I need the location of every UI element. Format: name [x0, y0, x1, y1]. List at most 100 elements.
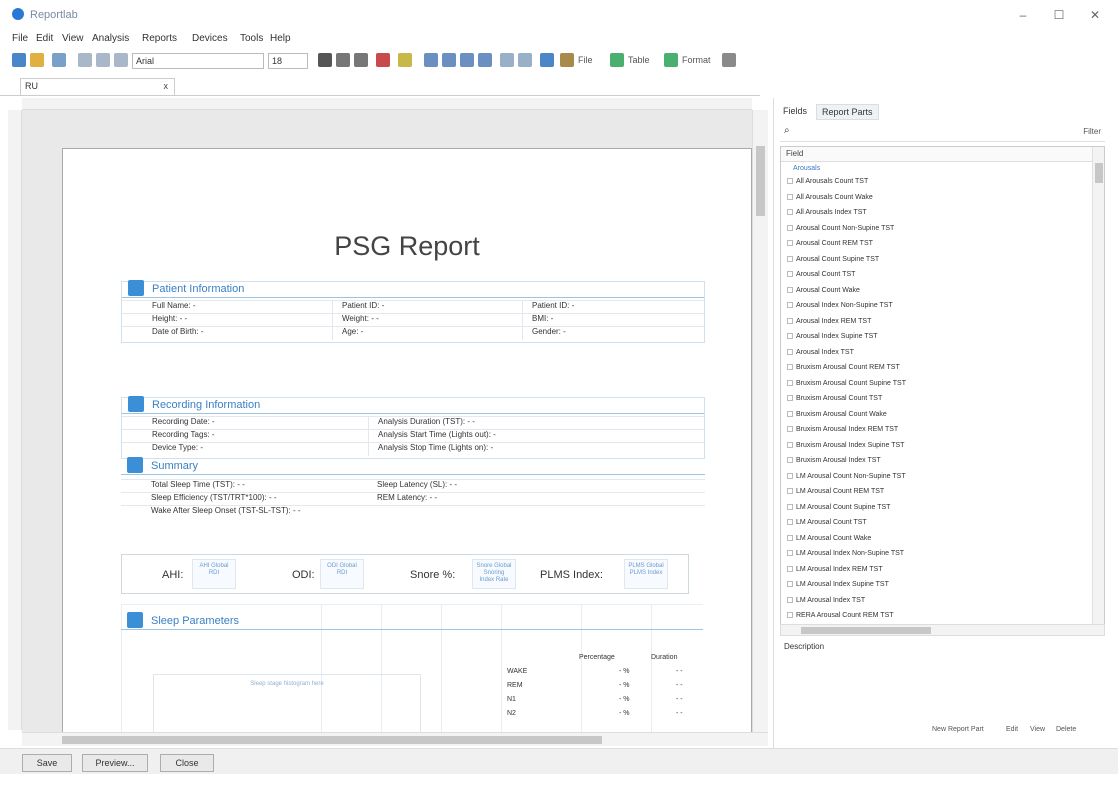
field-checkbox[interactable]	[787, 612, 793, 619]
field-checkbox[interactable]	[787, 379, 793, 386]
new-report-part-link[interactable]: New Report Part	[932, 726, 984, 733]
align-left-icon[interactable]	[424, 53, 438, 67]
field-checkbox[interactable]	[787, 255, 793, 262]
field-checkbox[interactable]	[787, 488, 793, 495]
tab-close-icon[interactable]: x	[164, 81, 169, 91]
snore-placeholder[interactable]: Snore Global Snoring Index Rate	[472, 559, 516, 589]
font-color-icon[interactable]	[376, 53, 390, 67]
field-checkbox[interactable]	[787, 596, 793, 603]
field-item[interactable]: Arousal Count TST	[787, 271, 855, 284]
field-item[interactable]: LM Arousal Count REM TST	[787, 488, 884, 501]
menu-tools[interactable]: Tools	[240, 33, 263, 44]
field-checkbox[interactable]	[787, 302, 793, 309]
list-icon[interactable]	[500, 53, 514, 67]
field-item[interactable]: Bruxism Arousal Index REM TST	[787, 426, 898, 439]
field-checkbox[interactable]	[787, 286, 793, 293]
insert-field-icon[interactable]	[540, 53, 554, 67]
field-checkbox[interactable]	[787, 348, 793, 355]
plms-placeholder[interactable]: PLMS Global PLMS Index	[624, 559, 668, 589]
field-checkbox[interactable]	[787, 317, 793, 324]
field-item[interactable]: Bruxism Arousal Index Supine TST	[787, 442, 904, 455]
field-checkbox[interactable]	[787, 364, 793, 371]
field-item[interactable]: Bruxism Arousal Count Supine TST	[787, 380, 906, 393]
field-list[interactable]: Field Arousals All Arousals Count TST All…	[780, 146, 1105, 626]
tab-report-parts[interactable]: Report Parts	[816, 104, 879, 120]
field-checkbox[interactable]	[787, 519, 793, 526]
field-checkbox[interactable]	[787, 426, 793, 433]
copy-icon[interactable]	[96, 53, 110, 67]
field-item[interactable]: Bruxism Arousal Count TST	[787, 395, 882, 408]
field-item[interactable]: LM Arousal Index TST	[787, 597, 865, 610]
font-select[interactable]: Arial	[132, 53, 264, 69]
recording-section[interactable]: Recording Information Recording Date: - …	[121, 396, 705, 459]
menu-file[interactable]: File	[12, 33, 28, 44]
report-page[interactable]: PSG Report Patient Information Full Name…	[62, 148, 752, 732]
italic-icon[interactable]	[336, 53, 350, 67]
field-checkbox[interactable]	[787, 224, 793, 231]
field-checkbox[interactable]	[787, 395, 793, 402]
table-icon[interactable]	[610, 53, 624, 67]
table-menu-label[interactable]: Table	[628, 55, 650, 65]
field-checkbox[interactable]	[787, 581, 793, 588]
field-checkbox[interactable]	[787, 193, 793, 200]
scroll-thumb[interactable]	[62, 736, 602, 744]
file-menu-label[interactable]: File	[578, 55, 593, 65]
field-item[interactable]: Arousal Count Supine TST	[787, 256, 879, 269]
paste-icon[interactable]	[114, 53, 128, 67]
tab-fields[interactable]: Fields	[778, 104, 813, 120]
report-title[interactable]: PSG Report	[63, 231, 751, 262]
patient-section[interactable]: Patient Information Full Name: - Patient…	[121, 280, 705, 343]
field-checkbox[interactable]	[787, 178, 793, 185]
field-checkbox[interactable]	[787, 550, 793, 557]
field-item[interactable]: Bruxism Arousal Count REM TST	[787, 364, 900, 377]
format-icon[interactable]	[664, 53, 678, 67]
field-item[interactable]: All Arousals Index TST	[787, 209, 867, 222]
field-item[interactable]: LM Arousal Count TST	[787, 519, 867, 532]
field-item[interactable]: Arousal Index REM TST	[787, 318, 871, 331]
close-icon[interactable]: ✕	[1084, 6, 1106, 24]
field-item[interactable]: LM Arousal Index Non-Supine TST	[787, 550, 904, 563]
menu-devices[interactable]: Devices	[192, 33, 228, 44]
field-checkbox[interactable]	[787, 271, 793, 278]
menu-help[interactable]: Help	[270, 33, 291, 44]
field-item[interactable]: Bruxism Arousal Count Wake	[787, 411, 887, 424]
settings-icon[interactable]	[722, 53, 736, 67]
menu-edit[interactable]: Edit	[36, 33, 53, 44]
open-icon[interactable]	[30, 53, 44, 67]
underline-icon[interactable]	[354, 53, 368, 67]
field-item[interactable]: Arousal Count Wake	[787, 287, 860, 300]
ahi-placeholder[interactable]: AHI Global RDI	[192, 559, 236, 589]
field-item[interactable]: Arousal Index TST	[787, 349, 854, 362]
menu-analysis[interactable]: Analysis	[92, 33, 129, 44]
field-item[interactable]: Arousal Index Supine TST	[787, 333, 878, 346]
indent-icon[interactable]	[518, 53, 532, 67]
cut-icon[interactable]	[78, 53, 92, 67]
upload-icon[interactable]	[52, 53, 66, 67]
align-right-icon[interactable]	[460, 53, 474, 67]
field-checkbox[interactable]	[787, 457, 793, 464]
bold-icon[interactable]	[318, 53, 332, 67]
field-list-hscrollbar[interactable]	[780, 624, 1105, 636]
field-category[interactable]: Arousals	[793, 165, 820, 172]
scroll-thumb[interactable]	[1095, 163, 1103, 183]
menu-view[interactable]: View	[62, 33, 84, 44]
document-tab[interactable]: RU x	[20, 78, 175, 95]
scroll-thumb[interactable]	[756, 146, 765, 216]
scroll-thumb[interactable]	[801, 627, 931, 634]
close-button[interactable]: Close	[160, 754, 214, 772]
justify-icon[interactable]	[478, 53, 492, 67]
maximize-icon[interactable]: ☐	[1048, 6, 1070, 24]
field-list-scrollbar[interactable]	[1092, 147, 1104, 625]
field-checkbox[interactable]	[787, 441, 793, 448]
edit-link[interactable]: Edit	[1006, 726, 1018, 733]
file-icon[interactable]	[560, 53, 574, 67]
hypnogram-placeholder[interactable]: Sleep stage histogram here	[153, 674, 421, 732]
field-item[interactable]: Bruxism Arousal Index TST	[787, 457, 881, 470]
field-checkbox[interactable]	[787, 410, 793, 417]
filter-dropdown[interactable]: Filter	[1083, 127, 1101, 136]
field-search[interactable]: ⌕ Filter	[780, 124, 1105, 142]
field-checkbox[interactable]	[787, 209, 793, 216]
view-link[interactable]: View	[1030, 726, 1045, 733]
field-checkbox[interactable]	[787, 333, 793, 340]
canvas-horizontal-scrollbar[interactable]	[22, 732, 768, 746]
